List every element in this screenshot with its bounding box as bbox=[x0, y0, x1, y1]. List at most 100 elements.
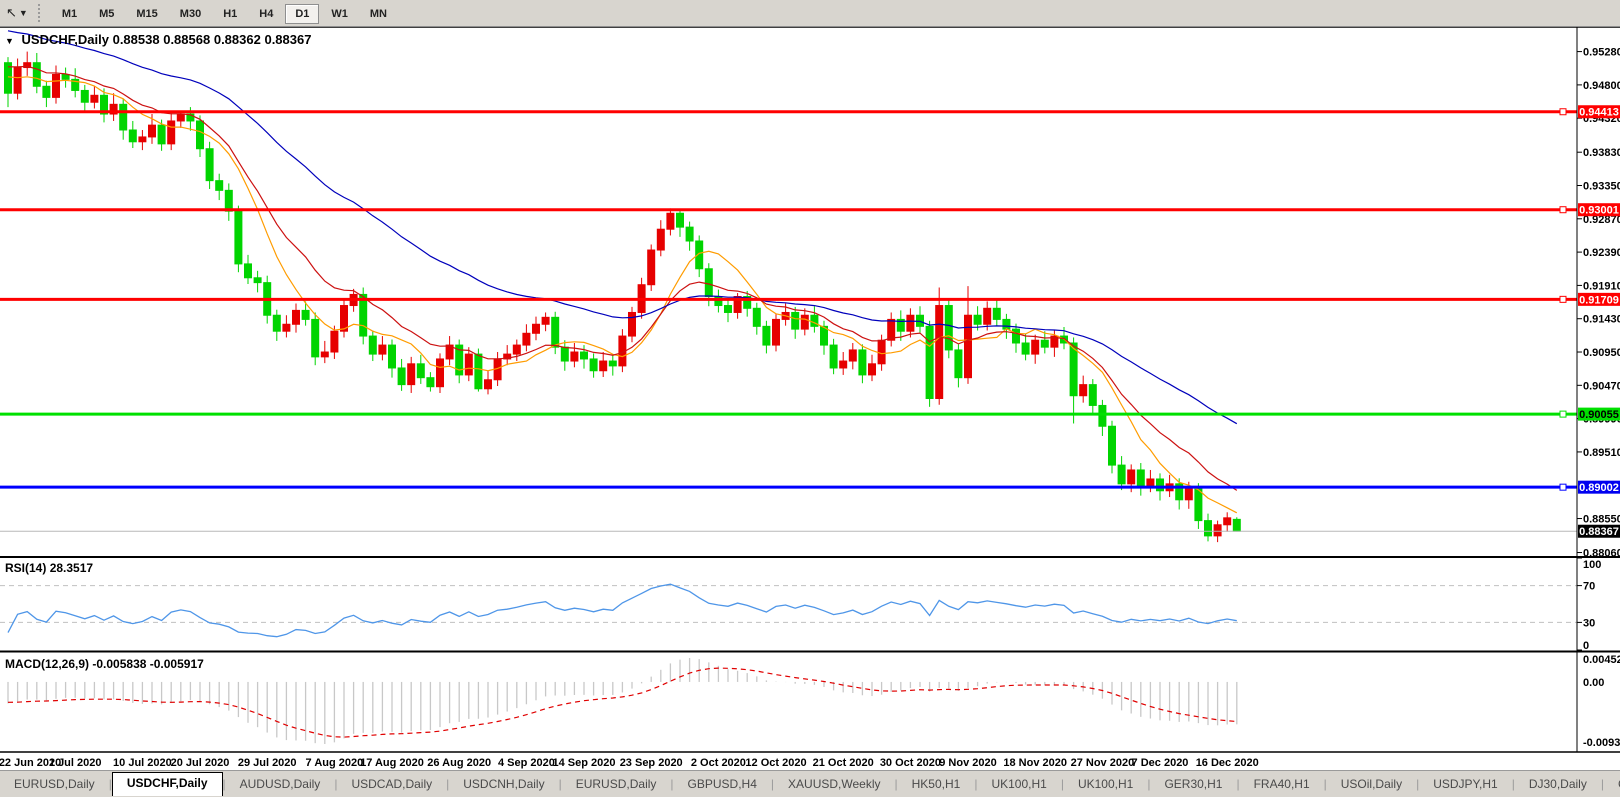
tab-uk100-h1[interactable]: UK100,H1 bbox=[1064, 773, 1147, 795]
macd-current-values: -0.005838 -0.005917 bbox=[92, 657, 203, 671]
line-anchor-handle[interactable] bbox=[1560, 207, 1566, 213]
collapse-triangle-icon[interactable]: ▼ bbox=[5, 36, 14, 46]
chart-canvas[interactable]: 0.952800.948000.943200.938300.933500.928… bbox=[0, 0, 1620, 796]
price-badge: 0.88367 bbox=[1578, 525, 1620, 539]
candle bbox=[773, 319, 780, 345]
candle bbox=[542, 317, 549, 324]
tab-xauusd-weekly[interactable]: XAUUSD,Weekly bbox=[774, 773, 894, 795]
date-axis-label: 4 Sep 2020 bbox=[498, 757, 555, 769]
date-axis-label: 14 Sep 2020 bbox=[553, 757, 616, 769]
candle bbox=[1099, 405, 1106, 426]
symbol-tabs: EURUSD,Daily|USDCHF,Daily|AUDUSD,Daily|U… bbox=[0, 772, 1620, 796]
timeframe-button-MN[interactable]: MN bbox=[360, 4, 397, 24]
candle bbox=[753, 308, 760, 326]
svg-text:0.88367: 0.88367 bbox=[1579, 526, 1619, 538]
candle bbox=[129, 130, 136, 142]
candle bbox=[590, 359, 597, 371]
ohlc-open: 0.88538 bbox=[113, 32, 160, 47]
date-axis-label: 7 Dec 2020 bbox=[1132, 757, 1189, 769]
candle bbox=[1185, 489, 1192, 500]
line-anchor-handle[interactable] bbox=[1560, 109, 1566, 115]
timeframe-button-W1[interactable]: W1 bbox=[321, 4, 358, 24]
candle bbox=[1195, 489, 1202, 521]
tab-dj30-daily[interactable]: DJ30,Daily bbox=[1515, 773, 1601, 795]
candle bbox=[168, 121, 175, 144]
candle bbox=[965, 315, 972, 377]
candle bbox=[158, 125, 165, 144]
line-anchor-handle[interactable] bbox=[1560, 296, 1566, 302]
candle bbox=[926, 326, 933, 398]
date-axis-label: 21 Oct 2020 bbox=[813, 757, 874, 769]
date-axis-label: 17 Aug 2020 bbox=[360, 757, 424, 769]
candle bbox=[177, 114, 184, 121]
tab-usoil-daily[interactable]: USOil,Daily bbox=[1327, 773, 1416, 795]
chevron-down-icon[interactable]: ▼ bbox=[19, 8, 28, 18]
candle bbox=[1147, 479, 1154, 486]
candle bbox=[984, 308, 991, 324]
cursor-tool-icon[interactable]: ↖ bbox=[6, 5, 17, 21]
timeframe-button-M5[interactable]: M5 bbox=[89, 4, 124, 24]
date-axis-label: 2 Oct 2020 bbox=[691, 757, 746, 769]
price-axis-label: 0.91430 bbox=[1583, 314, 1620, 326]
tab-usdcnh-daily[interactable]: USDCNH,Daily bbox=[449, 773, 558, 795]
candle bbox=[235, 211, 242, 264]
candle bbox=[1032, 340, 1039, 354]
candle bbox=[849, 350, 856, 361]
date-axis-label: 10 Jul 2020 bbox=[113, 757, 172, 769]
tab-usdchf-daily[interactable]: USDCHF,Daily bbox=[112, 772, 223, 796]
line-anchor-handle[interactable] bbox=[1560, 411, 1566, 417]
tab-hk50-h1[interactable]: HK50,H1 bbox=[898, 773, 975, 795]
tab-eurusd-daily[interactable]: EURUSD,Daily bbox=[0, 773, 109, 795]
tab-uk100-h1[interactable]: UK100,H1 bbox=[977, 773, 1060, 795]
tab-china300-h1[interactable]: CHINA300,H1 bbox=[1604, 773, 1620, 795]
candle bbox=[1003, 319, 1010, 329]
svg-text:0.94413: 0.94413 bbox=[1579, 107, 1619, 119]
date-axis-label: 1 Jul 2020 bbox=[49, 757, 102, 769]
candle bbox=[254, 278, 261, 283]
candle bbox=[657, 229, 664, 250]
candle bbox=[792, 312, 799, 329]
date-axis-label: 12 Oct 2020 bbox=[745, 757, 806, 769]
candle bbox=[667, 213, 674, 229]
candle bbox=[571, 352, 578, 361]
candle bbox=[33, 63, 40, 87]
candle bbox=[561, 347, 568, 361]
price-axis-label: 0.90470 bbox=[1583, 380, 1620, 392]
candle bbox=[245, 264, 252, 278]
price-axis-label: 0.92390 bbox=[1583, 247, 1620, 259]
ohlc-low: 0.88362 bbox=[214, 32, 261, 47]
candle bbox=[907, 315, 914, 331]
candle bbox=[974, 315, 981, 324]
timeframe-button-H1[interactable]: H1 bbox=[213, 4, 247, 24]
candle bbox=[1041, 340, 1048, 347]
top-toolbar: ↖ ▼ M1M5M15M30H1H4D1W1MN bbox=[0, 0, 1620, 27]
tab-ger30-h1[interactable]: GER30,H1 bbox=[1150, 773, 1236, 795]
tab-usdjpy-h1[interactable]: USDJPY,H1 bbox=[1419, 773, 1511, 795]
timeframe-button-D1[interactable]: D1 bbox=[285, 4, 319, 24]
date-axis-label: 9 Nov 2020 bbox=[939, 757, 996, 769]
candle bbox=[293, 310, 300, 324]
timeframe-button-M30[interactable]: M30 bbox=[170, 4, 211, 24]
price-badge: 0.91709 bbox=[1578, 293, 1620, 307]
tab-usdcad-daily[interactable]: USDCAD,Daily bbox=[337, 773, 446, 795]
rsi-axis-label: 70 bbox=[1583, 581, 1595, 593]
rsi-current-value: 28.3517 bbox=[50, 561, 93, 575]
price-axis-label: 0.88060 bbox=[1583, 548, 1620, 560]
line-anchor-handle[interactable] bbox=[1560, 484, 1566, 490]
rsi-axis-label: 100 bbox=[1583, 559, 1601, 571]
tab-fra40-h1[interactable]: FRA40,H1 bbox=[1240, 773, 1324, 795]
timeframe-button-M15[interactable]: M15 bbox=[126, 4, 167, 24]
tab-gbpusd-h4[interactable]: GBPUSD,H4 bbox=[674, 773, 771, 795]
tab-audusd-daily[interactable]: AUDUSD,Daily bbox=[226, 773, 335, 795]
price-badge: 0.90055 bbox=[1578, 408, 1620, 422]
tab-eurusd-daily[interactable]: EURUSD,Daily bbox=[562, 773, 671, 795]
timeframe-button-H4[interactable]: H4 bbox=[249, 4, 283, 24]
candle bbox=[888, 319, 895, 340]
candle bbox=[533, 324, 540, 333]
candle bbox=[216, 181, 223, 191]
toolbar-grip[interactable] bbox=[38, 4, 43, 22]
candle bbox=[830, 345, 837, 368]
candle bbox=[312, 319, 319, 356]
timeframe-button-M1[interactable]: M1 bbox=[52, 4, 87, 24]
symbol-tab-bar: EURUSD,Daily|USDCHF,Daily|AUDUSD,Daily|U… bbox=[0, 770, 1620, 797]
